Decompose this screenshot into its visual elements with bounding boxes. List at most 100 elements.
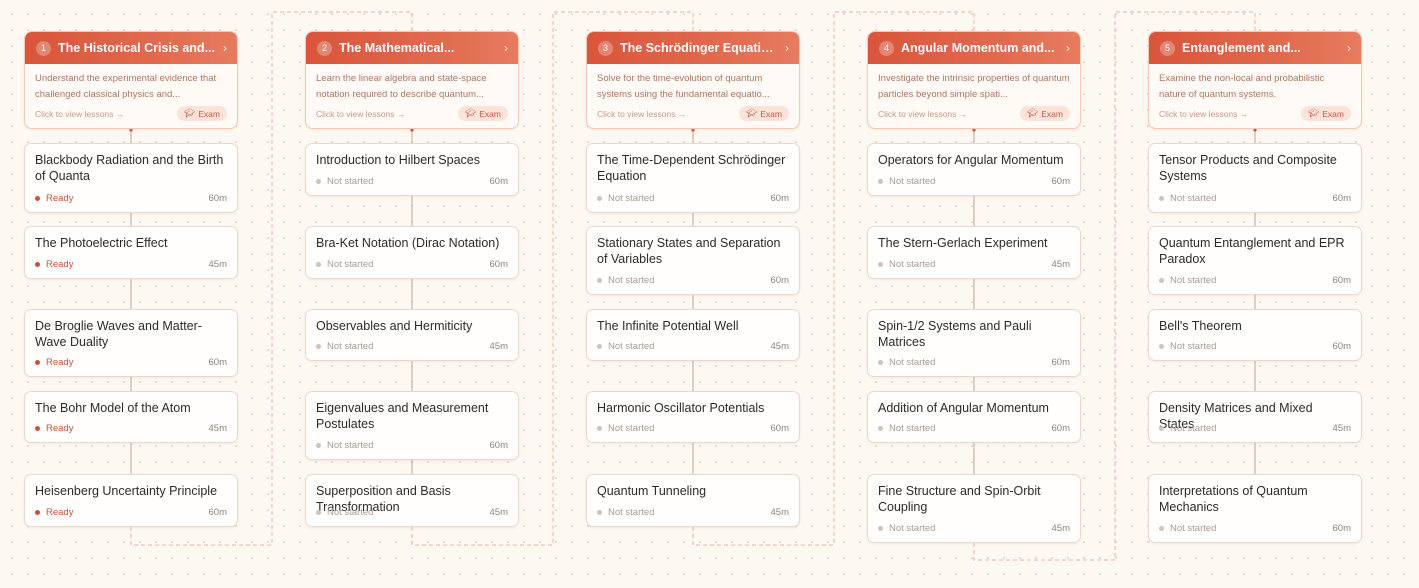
lesson-status: Not started [316,176,373,187]
lesson-card[interactable]: The Photoelectric Effect Ready 45m [24,226,238,279]
module-description: Understand the experimental evidence tha… [35,73,217,100]
lesson-status: Not started [316,341,373,352]
lesson-status-label: Not started [608,193,655,204]
module-description: Investigate the intrinsic properties of … [878,73,1070,100]
lesson-card[interactable]: Heisenberg Uncertainty Principle Ready 60… [24,474,238,527]
lesson-status: Not started [1159,523,1216,534]
chevron-right-icon[interactable]: › [785,41,789,55]
lesson-card[interactable]: Stationary States and Separation of Vari… [586,226,800,295]
view-lessons-link[interactable]: Click to view lessons → [878,109,967,119]
lesson-duration: 60m [1332,275,1351,286]
status-dot-icon [1159,426,1164,431]
exam-label: Exam [479,108,501,119]
graduation-cap-icon: 🎓︎ [1026,108,1039,118]
lesson-duration: 60m [489,259,508,270]
status-dot-icon [316,510,321,515]
chevron-right-icon[interactable]: › [504,41,508,55]
status-dot-icon [35,262,40,267]
lesson-title: Fine Structure and Spin-Orbit Coupling [878,484,1041,514]
lesson-card[interactable]: The Bohr Model of the Atom Ready 45m [24,391,238,443]
lesson-status: Ready [35,507,73,518]
module-header-3[interactable]: 3 The Schrödinger Equatio... › Solve for… [586,31,800,129]
lesson-duration: 60m [770,423,789,434]
chevron-right-icon[interactable]: › [1347,41,1351,55]
lesson-status: Not started [878,423,935,434]
lesson-title: Operators for Angular Momentum [878,153,1064,167]
graduation-cap-icon: 🎓︎ [464,108,477,118]
lesson-card[interactable]: Tensor Products and Composite Systems No… [1148,143,1362,213]
module-header-5[interactable]: 5 Entanglement and... › Examine the non-… [1148,31,1362,129]
exam-button[interactable]: 🎓︎ Exam [457,106,508,121]
lesson-card[interactable]: Introduction to Hilbert Spaces Not start… [305,143,519,196]
lesson-title: Quantum Tunneling [597,484,707,498]
lesson-duration: 60m [489,176,508,187]
lesson-title: Stationary States and Separation of Vari… [597,236,781,266]
view-lessons-link[interactable]: Click to view lessons → [1159,109,1248,119]
lesson-card[interactable]: Quantum Entanglement and EPR Paradox Not… [1148,226,1362,295]
module-header-2[interactable]: 2 The Mathematical... › Learn the linear… [305,31,519,129]
view-lessons-link[interactable]: Click to view lessons → [316,109,405,119]
lesson-status-label: Ready [46,507,74,518]
exam-button[interactable]: 🎓︎ Exam [1019,106,1070,121]
lesson-duration: 45m [1051,259,1070,270]
lesson-status: Not started [316,259,373,270]
lesson-status: Not started [878,523,935,534]
lesson-status-label: Not started [889,523,936,534]
lesson-status: Ready [35,193,73,204]
module-column-1: 1 The Historical Crisis and... › Underst… [24,31,238,527]
module-header-bar: 5 Entanglement and... › [1149,32,1361,64]
chevron-right-icon[interactable]: › [223,41,227,55]
lesson-title: Heisenberg Uncertainty Principle [35,484,218,498]
lesson-card[interactable]: Operators for Angular Momentum Not start… [867,143,1081,196]
module-title: Entanglement and... [1182,41,1301,55]
module-number-badge: 1 [36,40,51,56]
lesson-card[interactable]: Bell's Theorem Not started 60m [1148,309,1362,361]
lesson-status: Ready [35,259,73,270]
module-header-1[interactable]: 1 The Historical Crisis and... › Underst… [24,31,238,129]
lesson-title: Bell's Theorem [1159,319,1242,333]
lesson-title: The Infinite Potential Well [597,319,739,333]
view-lessons-link[interactable]: Click to view lessons → [35,109,124,119]
lesson-card[interactable]: The Infinite Potential Well Not started 4… [586,309,800,361]
lesson-card[interactable]: Observables and Hermiticity Not started 4… [305,309,519,361]
lesson-card[interactable]: Blackbody Radiation and the Birth of Qua… [24,143,238,213]
lesson-status-label: Not started [889,357,936,368]
lesson-status-label: Not started [608,423,655,434]
status-dot-icon [878,360,883,365]
exam-button[interactable]: 🎓︎ Exam [738,106,789,121]
chevron-right-icon[interactable]: › [1066,41,1070,55]
module-description: Learn the linear algebra and state-space… [316,73,487,100]
lesson-card[interactable]: Harmonic Oscillator Potentials Not start… [586,391,800,443]
view-lessons-link[interactable]: Click to view lessons → [597,109,686,119]
lesson-status-label: Not started [608,507,655,518]
lesson-card[interactable]: Bra-Ket Notation (Dirac Notation) Not st… [305,226,519,279]
lesson-card[interactable]: De Broglie Waves and Matter-Wave Duality… [24,309,238,377]
lesson-card[interactable]: Density Matrices and Mixed States Not st… [1148,391,1362,443]
lesson-card[interactable]: Interpretations of Quantum Mechanics Not… [1148,474,1362,543]
lesson-card[interactable]: Quantum Tunneling Not started 45m [586,474,800,527]
lesson-duration: 60m [1051,176,1070,187]
status-dot-icon [1159,526,1164,531]
lesson-card[interactable]: Fine Structure and Spin-Orbit Coupling N… [867,474,1081,543]
module-header-4[interactable]: 4 Angular Momentum and... › Investigate … [867,31,1081,129]
module-header-bar: 1 The Historical Crisis and... › [25,32,237,64]
lesson-card[interactable]: Spin-1/2 Systems and Pauli Matrices Not … [867,309,1081,377]
lesson-duration: 45m [770,341,789,352]
lesson-duration: 45m [208,259,227,270]
status-dot-icon [878,179,883,184]
exam-button[interactable]: 🎓︎ Exam [1300,106,1351,121]
status-dot-icon [878,426,883,431]
lesson-card[interactable]: Superposition and Basis Transformation N… [305,474,519,527]
lesson-duration: 60m [1051,357,1070,368]
lesson-status: Not started [1159,423,1216,434]
module-title: The Mathematical... [339,41,455,55]
exam-label: Exam [760,108,782,119]
lesson-duration: 45m [770,507,789,518]
exam-button[interactable]: 🎓︎ Exam [176,106,227,121]
lesson-title: Observables and Hermiticity [316,319,473,333]
lesson-card[interactable]: The Stern-Gerlach Experiment Not started… [867,226,1081,279]
lesson-card[interactable]: The Time-Dependent Schrödinger Equation … [586,143,800,213]
lesson-card[interactable]: Eigenvalues and Measurement Postulates N… [305,391,519,460]
lesson-status-label: Not started [608,341,655,352]
lesson-card[interactable]: Addition of Angular Momentum Not started… [867,391,1081,443]
